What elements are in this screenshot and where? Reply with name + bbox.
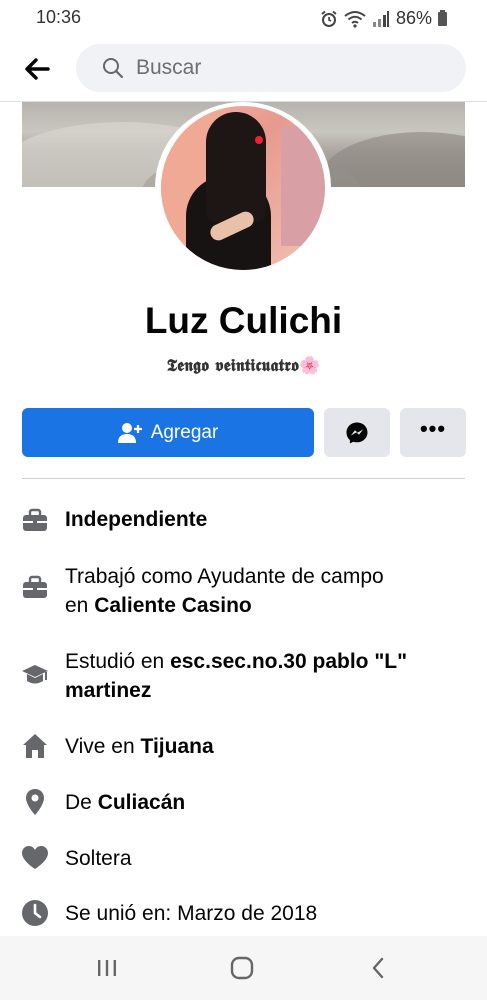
back-button[interactable]: [20, 52, 54, 86]
battery-percent: 86%: [395, 8, 432, 28]
profile-picture[interactable]: [161, 106, 325, 270]
profile-name: Luz Culichi: [144, 300, 343, 341]
hometown-link[interactable]: Culiacán: [98, 791, 186, 814]
system-back-button[interactable]: [358, 950, 398, 986]
status-time: 10:36: [36, 7, 82, 27]
workplace-link[interactable]: Caliente Casino: [94, 594, 252, 617]
briefcase-icon: [23, 508, 47, 531]
system-nav-bar: [0, 936, 487, 1000]
graduation-cap-icon: [22, 665, 48, 684]
wifi-icon: [344, 10, 366, 28]
location-pin-icon: [26, 789, 44, 815]
info-text: Se unió en: Marzo de 2018: [65, 902, 318, 925]
briefcase-icon: [23, 575, 47, 598]
alarm-icon: [321, 10, 337, 27]
status-bar: 10:36 86%: [0, 0, 487, 36]
more-dots-icon: •••: [419, 415, 447, 441]
top-nav: [0, 36, 487, 102]
more-options-button[interactable]: •••: [400, 408, 466, 457]
message-button[interactable]: [324, 408, 390, 457]
info-text: Soltera: [65, 847, 132, 870]
home-circle-icon: [230, 956, 254, 980]
clock-icon: [22, 900, 48, 926]
heart-icon: [22, 846, 48, 869]
home-icon: [23, 734, 47, 758]
recent-apps-button[interactable]: [87, 950, 127, 986]
messenger-icon: [346, 422, 368, 443]
arrow-left-icon: [25, 58, 50, 80]
add-friend-button[interactable]: Agregar: [22, 408, 314, 457]
home-button[interactable]: [222, 950, 262, 986]
profile-picture-frame: [155, 102, 331, 272]
search-bar[interactable]: [76, 44, 466, 92]
add-friend-icon: [117, 422, 142, 443]
section-divider: [22, 478, 465, 479]
info-text: Independiente: [65, 508, 208, 531]
info-text: De Culiacán: [65, 791, 186, 814]
search-icon: [103, 58, 124, 79]
search-input[interactable]: [136, 44, 436, 92]
add-friend-label: Agregar: [150, 421, 219, 443]
info-text: Vive en Tijuana: [65, 735, 214, 758]
info-text: Estudió en esc.sec.no.30 pablo "L" marti…: [65, 650, 408, 702]
profile-bio: 𝕿𝖊𝖓𝖌𝖔 𝖛𝖊𝖎𝖓𝖙𝖎𝖈𝖚𝖆𝖙𝖗𝖔🌸: [166, 356, 321, 376]
info-text: Trabajó como Ayudante de campo en Calien…: [65, 565, 384, 617]
back-chevron-icon: [372, 957, 384, 979]
signal-icon: [372, 10, 389, 27]
recent-apps-icon: [98, 960, 116, 976]
status-icons: 86%: [320, 8, 447, 29]
battery-icon: [438, 9, 447, 26]
current-city-link[interactable]: Tijuana: [141, 735, 214, 758]
